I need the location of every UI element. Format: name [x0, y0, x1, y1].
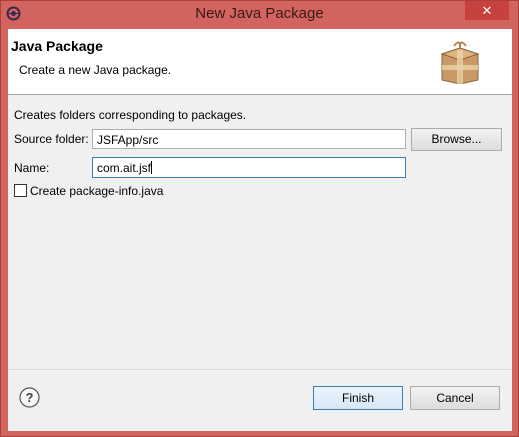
- page-title: Java Package: [11, 38, 103, 54]
- dialog-body: Java Package Create a new Java package. …: [8, 29, 512, 431]
- source-folder-field[interactable]: JSFApp/src: [92, 129, 406, 149]
- new-java-package-window: New Java Package ✕ Java Package Create a…: [0, 0, 519, 437]
- cancel-button[interactable]: Cancel: [410, 386, 500, 410]
- title-bar[interactable]: New Java Package ✕: [1, 1, 518, 28]
- intro-text: Creates folders corresponding to package…: [14, 108, 247, 122]
- package-box-icon: [440, 41, 480, 84]
- source-folder-label: Source folder:: [14, 132, 89, 146]
- page-description: Create a new Java package.: [19, 63, 172, 77]
- package-name-value: com.ait.jsf: [97, 161, 152, 175]
- package-name-field[interactable]: com.ait.jsf: [92, 157, 406, 178]
- wizard-header: Java Package Create a new Java package.: [8, 29, 512, 95]
- package-info-label[interactable]: Create package-info.java: [30, 184, 163, 198]
- package-info-checkbox[interactable]: [14, 184, 27, 197]
- finish-button[interactable]: Finish: [313, 386, 403, 410]
- name-label: Name:: [14, 161, 50, 175]
- browse-button[interactable]: Browse...: [411, 128, 502, 151]
- text-caret: [151, 161, 153, 174]
- help-icon[interactable]: ?: [19, 387, 40, 408]
- svg-text:?: ?: [26, 390, 34, 405]
- window-title: New Java Package: [195, 5, 324, 22]
- close-button[interactable]: ✕: [465, 1, 509, 20]
- footer-divider: [8, 369, 512, 370]
